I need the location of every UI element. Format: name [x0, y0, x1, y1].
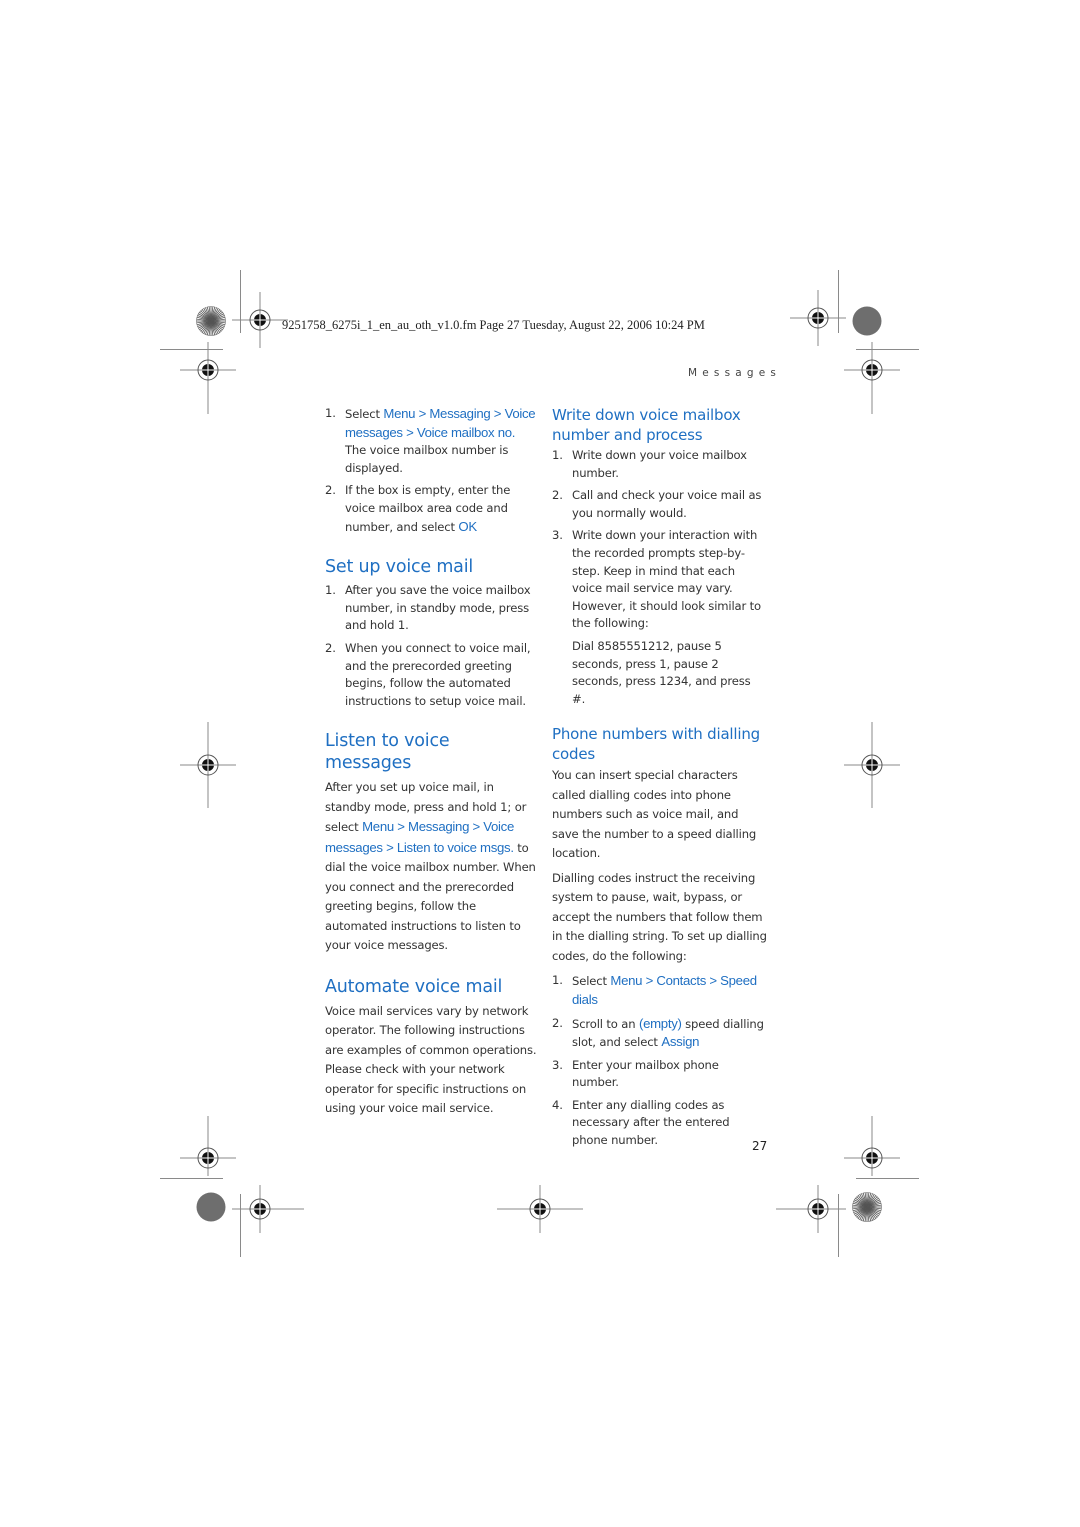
ui-term: OK: [458, 518, 477, 534]
step-item: 4. Enter any dialling codes as necessary …: [552, 1097, 767, 1150]
heading-write-down-voice-mailbox: Write down voice mailbox number and proc…: [552, 406, 741, 444]
ui-term: Voice mailbox no.: [416, 424, 516, 440]
step-text: Call and check your voice mail as you no…: [572, 488, 762, 520]
text-run: Enter your mailbox phone number.: [572, 1057, 719, 1090]
step-number: 2.: [552, 488, 563, 503]
ui-term: >: [382, 839, 397, 855]
step-item: 2. Call and check your voice mail as you …: [552, 487, 767, 522]
dialling-steps: 1. Select Menu > Contacts > Speed dials 2…: [552, 972, 767, 1149]
heading-phone-numbers-dialling-codes: Phone numbers with dialling codes: [552, 725, 760, 764]
text-run: Select: [572, 974, 611, 989]
step-text: After you save the voice mailbox number,…: [345, 583, 531, 633]
registration-mark-icon: [497, 1185, 583, 1233]
step-text: Write down your interaction with the rec…: [572, 528, 762, 631]
step-text: Write down your voice mailbox number.: [572, 448, 747, 480]
file-info-header: 9251758_6275i_1_en_au_oth_v1.0.fm Page 2…: [282, 318, 705, 332]
text-run: Scroll to an: [572, 1016, 639, 1031]
starburst-mark-icon: [196, 306, 226, 336]
step-item: 2. Scroll to an (empty) speed dialling sl…: [552, 1015, 767, 1052]
step-number: 2.: [325, 483, 336, 498]
heading-automate-voice-mail: Automate voice mail: [325, 976, 503, 997]
text-run: The voice mailbox number is displayed.: [345, 443, 509, 475]
registration-mark-icon: [776, 1185, 846, 1233]
ui-term: >: [642, 973, 657, 989]
gray-dot-mark-icon: [852, 306, 882, 336]
step-number: 1.: [325, 406, 336, 420]
write-down-steps: 1. Write down your voice mailbox number. …: [552, 447, 767, 633]
step-item: 3. Enter your mailbox phone number.: [552, 1057, 767, 1092]
ui-term: Contacts: [656, 973, 706, 989]
page-number: 27: [752, 1139, 768, 1153]
heading-listen-to-voice-messages: Listen to voice messages: [325, 731, 450, 774]
right-column: Write down voice mailbox number and proc…: [552, 405, 767, 1155]
text-run: Select: [345, 407, 384, 421]
dial-example: Dial 8585551212, pause 5 seconds, press …: [572, 638, 751, 706]
registration-mark-icon: [844, 342, 900, 414]
rich-text: If the box is empty, enter the voice mai…: [345, 483, 510, 533]
step-number: 3.: [552, 1057, 563, 1072]
rich-text: Scroll to an (empty) speed dialling slot…: [572, 1015, 764, 1050]
registration-mark-icon: [844, 722, 900, 808]
step-number: 1.: [552, 973, 563, 988]
rich-text: Select Menu > Contacts > Speed dials: [572, 973, 757, 1007]
rich-text: Enter any dialling codes as necessary af…: [572, 1097, 730, 1148]
text-run: to dial the voice mailbox number. When y…: [325, 840, 536, 953]
ui-term: >: [706, 973, 721, 989]
dialling-intro-paragraph: You can insert special characters called…: [552, 768, 757, 861]
listen-paragraph: After you set up voice mail, in standby …: [325, 778, 537, 956]
step-item: 1. Write down your voice mailbox number.: [552, 447, 767, 482]
ui-term: Messaging: [429, 406, 491, 421]
text-run: Enter any dialling codes as necessary af…: [572, 1097, 730, 1148]
step-item: 2. If the box is empty, enter the voice m…: [325, 482, 537, 536]
step-number: 1.: [552, 448, 563, 462]
text-run: If the box is empty, enter the voice mai…: [345, 483, 511, 534]
heading-set-up-voice-mail: Set up voice mail: [325, 557, 474, 578]
rich-text: Select Menu > Messaging > Voice messages…: [345, 406, 536, 475]
registration-mark-icon: [232, 1185, 304, 1233]
ui-term: >: [402, 424, 417, 440]
gray-dot-mark-icon: [196, 1192, 226, 1222]
ui-term: Menu: [383, 406, 416, 421]
dialling-explain-paragraph: Dialling codes instruct the receiving sy…: [552, 870, 767, 963]
step-item: 1. Select Menu > Contacts > Speed dials: [552, 972, 767, 1009]
step-number: 1.: [325, 583, 336, 598]
registration-mark-icon: [790, 290, 846, 346]
ui-term: >: [393, 819, 409, 835]
starburst-mark-icon: [852, 1192, 882, 1222]
ui-term: (empty): [638, 1015, 682, 1031]
step-item: 1. After you save the voice mailbox numbe…: [325, 582, 537, 635]
registration-mark-icon: [844, 1116, 900, 1176]
step-number: 4.: [552, 1097, 563, 1112]
step-item: 3. Write down your interaction with the r…: [552, 527, 767, 633]
registration-mark-icon: [180, 722, 236, 808]
ui-term: Menu: [610, 973, 643, 989]
ui-term: >: [490, 406, 505, 421]
step-number: 2.: [552, 1015, 563, 1030]
registration-mark-icon: [180, 1116, 236, 1176]
intro-steps: 1. Select Menu > Messaging > Voice messag…: [325, 405, 537, 536]
left-column: 1. Select Menu > Messaging > Voice messag…: [325, 405, 537, 1124]
automate-paragraph: Voice mail services vary by network oper…: [325, 1003, 537, 1116]
step-item: 1. Select Menu > Messaging > Voice messag…: [325, 405, 537, 477]
rich-text: Enter your mailbox phone number.: [572, 1058, 719, 1090]
rich-text: After you set up voice mail, in standby …: [325, 780, 536, 952]
registration-mark-icon: [180, 342, 236, 414]
ui-term: Menu: [362, 819, 394, 835]
step-number: 2.: [325, 640, 336, 655]
section-title: Messages: [688, 367, 782, 379]
ui-term: >: [469, 819, 484, 835]
step-item: 2. When you connect to voice mail, and th…: [325, 640, 537, 710]
registration-mark-icon: [232, 292, 288, 348]
setup-steps: 1. After you save the voice mailbox numbe…: [325, 582, 537, 710]
ui-term: Messaging: [408, 819, 470, 835]
step-text: When you connect to voice mail, and the …: [345, 640, 531, 708]
step-number: 3.: [552, 528, 563, 543]
ui-term: >: [415, 406, 430, 421]
ui-term: Assign: [661, 1034, 700, 1050]
ui-term: Listen to voice msgs.: [396, 839, 514, 855]
